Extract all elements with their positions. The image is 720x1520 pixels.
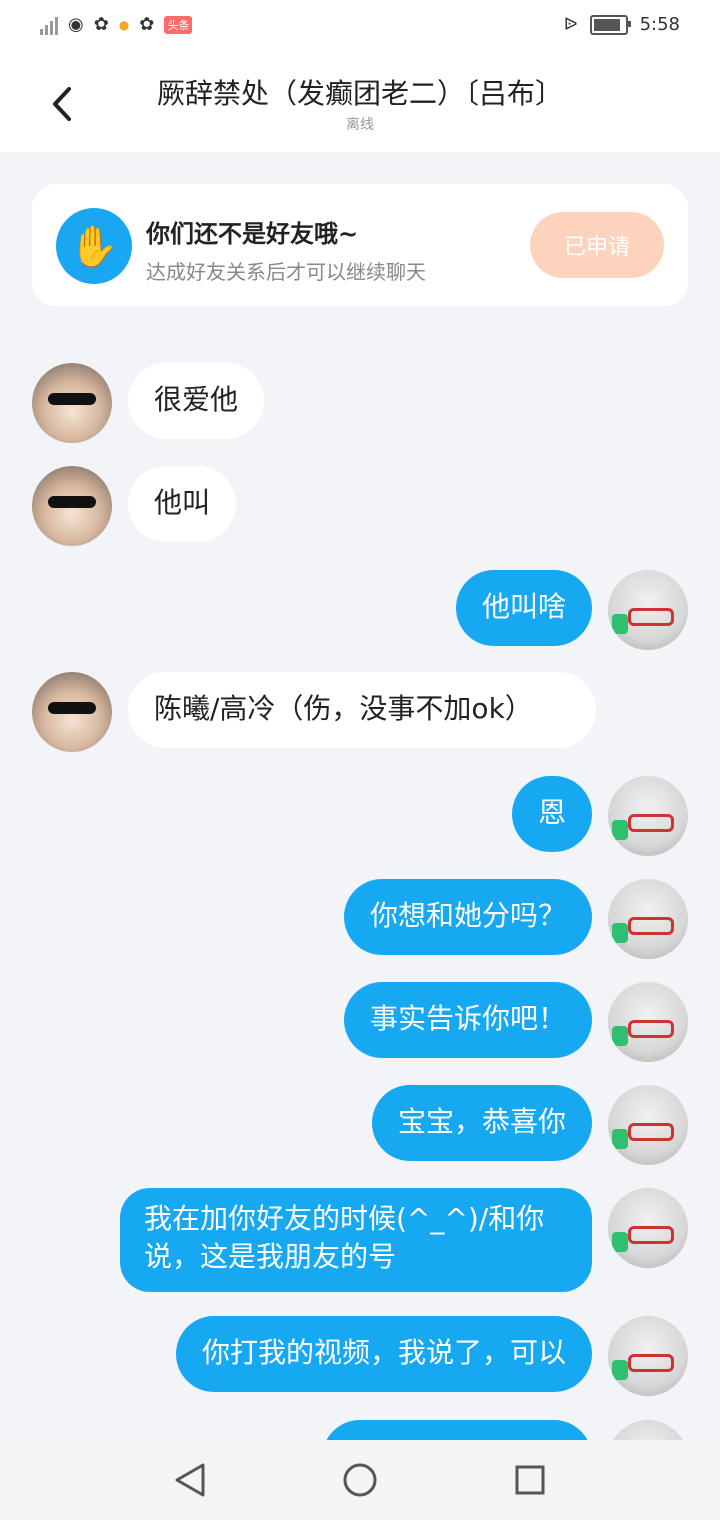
- notice-text: 达成好友关系后才可以继续聊天: [146, 260, 426, 284]
- circle-home-icon: [343, 1463, 377, 1497]
- app-notification-icon: ✿: [93, 14, 109, 35]
- avatar[interactable]: [32, 363, 112, 443]
- status-time: 5:58: [639, 14, 680, 35]
- square-recents-icon: [515, 1465, 545, 1495]
- applied-button[interactable]: 已申请: [530, 212, 664, 278]
- app-notification-icon: ✿: [139, 14, 155, 35]
- avatar[interactable]: [608, 879, 688, 959]
- system-nav-bar: [0, 1440, 720, 1520]
- status-icons-right: ᐉ 5:58: [564, 14, 680, 35]
- avatar[interactable]: [608, 570, 688, 650]
- battery-icon: [589, 14, 631, 35]
- triangle-back-icon: [175, 1463, 205, 1497]
- status-icons-left: ◉ ✿ ● ✿ 头条: [40, 14, 193, 35]
- message-bubble[interactable]: 你想和她分吗？: [343, 879, 592, 955]
- online-status: 离线: [346, 117, 374, 133]
- message-bubble[interactable]: 恩: [511, 776, 592, 852]
- friend-notice-card: ✋ 你们还不是好友哦~ 达成好友关系后才可以继续聊天 已申请: [32, 184, 688, 306]
- avatar[interactable]: [32, 672, 112, 752]
- nav-back-button[interactable]: [160, 1450, 220, 1510]
- message-bubble[interactable]: 很爱他: [128, 363, 265, 439]
- avatar[interactable]: [608, 982, 688, 1062]
- message-bubble[interactable]: 宝宝，恭喜你: [371, 1085, 592, 1161]
- app-notification-icon: ●: [118, 17, 130, 32]
- avatar[interactable]: [608, 1316, 688, 1396]
- message-bubble[interactable]: 我在加你好友的时候(^_^)/和你说，这是我朋友的号: [120, 1188, 592, 1292]
- message-bubble[interactable]: 他叫啥: [455, 570, 592, 646]
- status-bar: ◉ ✿ ● ✿ 头条 ᐉ 5:58: [0, 0, 720, 56]
- message-bubble[interactable]: 你打我的视频，我说了，可以: [175, 1316, 592, 1392]
- wave-hand-icon: ✋: [56, 208, 132, 284]
- signal-icon: [40, 15, 58, 35]
- avatar[interactable]: [32, 466, 112, 546]
- message-bubble[interactable]: 事实告诉你吧！: [343, 982, 592, 1058]
- wifi-icon: ◉: [68, 14, 84, 35]
- avatar[interactable]: [608, 1085, 688, 1165]
- avatar[interactable]: [608, 776, 688, 856]
- message-bubble[interactable]: 他叫: [128, 466, 237, 542]
- toutiao-badge: 头条: [164, 15, 193, 34]
- notice-title: 你们还不是好友哦~: [146, 220, 359, 248]
- chat-header: 厥辞禁处（发癫团老二）〔吕布〕 离线: [0, 56, 720, 152]
- chat-title: 厥辞禁处（发癫团老二）〔吕布〕: [156, 77, 563, 110]
- message-bubble[interactable]: 陈曦/高冷（伤，没事不加ok）: [128, 672, 596, 748]
- nav-home-button[interactable]: [330, 1450, 390, 1510]
- bluetooth-icon: ᐉ: [563, 14, 578, 35]
- avatar[interactable]: [608, 1188, 688, 1268]
- nav-recents-button[interactable]: [500, 1450, 560, 1510]
